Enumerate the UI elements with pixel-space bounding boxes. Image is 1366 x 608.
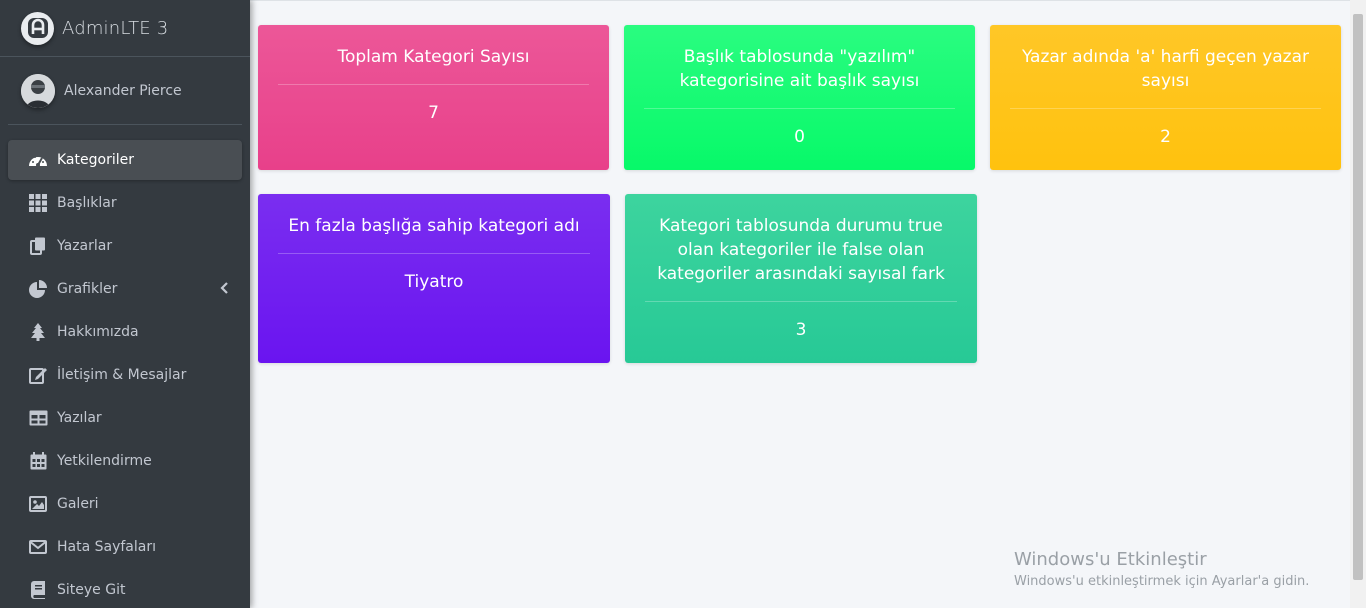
grid-icon: [28, 193, 48, 213]
sidebar-item-yazarlar[interactable]: Yazarlar: [8, 226, 242, 266]
windows-activation-watermark: Windows'u Etkinleştir Windows'u etkinleş…: [1014, 549, 1309, 589]
sidebar-item-siteye-git[interactable]: Siteye Git: [8, 570, 242, 608]
sidebar-item-label: Yetkilendirme: [57, 453, 152, 469]
brand-name: AdminLTE 3: [62, 17, 169, 39]
card-value: Tiyatro: [404, 272, 464, 292]
activation-subtitle: Windows'u etkinleştirmek için Ayarlar'a …: [1014, 574, 1310, 589]
sidebar-item-label: İletişim & Mesajlar: [57, 367, 187, 383]
card-title: Yazar adında 'a' harfi geçen yazar sayıs…: [1021, 47, 1310, 91]
card-divider: [278, 253, 590, 254]
card-divider: [1010, 108, 1321, 109]
calendar-icon: [28, 451, 48, 471]
avatar: [21, 73, 55, 108]
card-yazar-a-harfi: Yazar adında 'a' harfi geçen yazar sayıs…: [990, 25, 1341, 170]
card-divider: [644, 108, 955, 109]
table-icon: [28, 408, 48, 428]
card-yazilim-baslik: Başlık tablosunda "yazılım" kategorisine…: [624, 25, 975, 170]
sidebar-item-hakkimizda[interactable]: Hakkımızda: [8, 312, 242, 352]
card-divider: [278, 84, 589, 85]
sidebar-item-label: Hata Sayfaları: [57, 539, 156, 555]
sidebar-item-label: Kategoriler: [57, 152, 134, 168]
card-value: 2: [1160, 127, 1171, 147]
card-divider: [645, 301, 957, 302]
copy-icon: [28, 236, 48, 256]
image-icon: [28, 494, 48, 514]
card-durum-fark: Kategori tablosunda durumu true olan kat…: [625, 194, 977, 363]
edit-icon: [28, 365, 48, 385]
sidebar-item-iletisim[interactable]: İletişim & Mesajlar: [8, 355, 242, 395]
vertical-scrollbar[interactable]: [1350, 0, 1366, 608]
sidebar-item-yazilar[interactable]: Yazılar: [8, 398, 242, 438]
adminlte-logo-icon: [21, 11, 54, 45]
content-top-border: [250, 0, 1350, 1]
sidebar-item-yetkilendirme[interactable]: Yetkilendirme: [8, 441, 242, 481]
card-en-fazla-baslik: En fazla başlığa sahip kategori adı Tiya…: [258, 194, 610, 363]
user-name[interactable]: Alexander Pierce: [64, 83, 182, 99]
sidebar-item-label: Yazılar: [57, 410, 102, 426]
card-title: Toplam Kategori Sayısı: [337, 47, 530, 67]
sidebar: AdminLTE 3 Alexander Pierce Kategoriler …: [0, 0, 250, 608]
sidebar-item-label: Siteye Git: [57, 582, 126, 598]
sidebar-item-label: Başlıklar: [57, 195, 117, 211]
sidebar-item-label: Hakkımızda: [57, 324, 139, 340]
sidebar-item-galeri[interactable]: Galeri: [8, 484, 242, 524]
user-panel[interactable]: Alexander Pierce: [8, 57, 242, 125]
card-title: Başlık tablosunda "yazılım" kategorisine…: [679, 47, 920, 91]
card-value: 0: [794, 127, 805, 147]
dashboard-icon: [28, 150, 48, 170]
sidebar-item-label: Galeri: [57, 496, 99, 512]
scrollbar-thumb[interactable]: [1353, 14, 1363, 580]
sidebar-item-grafikler[interactable]: Grafikler: [8, 269, 242, 309]
pie-chart-icon: [28, 279, 48, 299]
sidebar-item-label: Grafikler: [57, 281, 118, 297]
card-title: En fazla başlığa sahip kategori adı: [288, 216, 580, 236]
card-toplam-kategori: Toplam Kategori Sayısı 7: [258, 25, 609, 170]
sidebar-item-kategoriler[interactable]: Kategoriler: [8, 140, 242, 180]
envelope-icon: [28, 537, 48, 557]
book-icon: [28, 580, 48, 600]
card-value: 7: [428, 103, 439, 123]
brand-link[interactable]: AdminLTE 3: [0, 0, 250, 57]
sidebar-item-label: Yazarlar: [57, 238, 113, 254]
activation-title: Windows'u Etkinleştir: [1014, 549, 1207, 570]
card-title: Kategori tablosunda durumu true olan kat…: [657, 216, 945, 284]
sidebar-item-basliklar[interactable]: Başlıklar: [8, 183, 242, 223]
sidebar-item-hata-sayfalari[interactable]: Hata Sayfaları: [8, 527, 242, 567]
tree-icon: [28, 322, 48, 342]
sidebar-nav: Kategoriler Başlıklar Yazarlar Grafikler: [8, 140, 242, 608]
card-value: 3: [795, 320, 807, 340]
chevron-left-icon[interactable]: [220, 282, 228, 298]
